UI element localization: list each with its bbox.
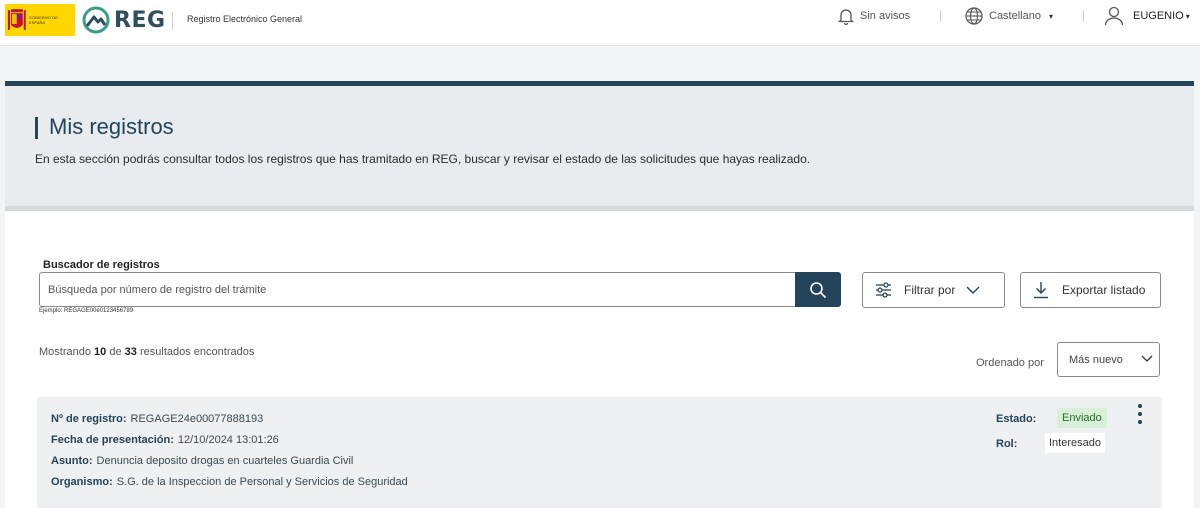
search-hint: Ejemplo: REGAGE00e0123456789 [39,308,134,314]
role-value: Interesado [1045,433,1105,453]
user-name: EUGENIO [1133,10,1184,22]
record-organism-label: Organismo: [51,476,113,488]
language-label: Castellano [989,10,1041,22]
user-icon [1104,6,1124,26]
record-number-value: REGAGE24e00077888193 [130,413,264,425]
record-subject-label: Asunto: [51,455,93,467]
results-prefix: Mostrando [39,346,91,358]
page-title: Mis registros [49,114,174,139]
language-selector[interactable]: Castellano ▾ [965,7,1053,25]
record-number-label: Nº de registro: [51,413,127,425]
top-header: GOBIERNO DE ESPAÑA REG Registro Electrón… [0,0,1200,46]
gobierno-de-espana-logo[interactable]: GOBIERNO DE ESPAÑA [5,4,75,36]
bell-icon [838,9,854,25]
title-accent [35,117,38,139]
record-subject: Asunto: Denuncia deposito drogas en cuart… [51,455,353,467]
header-separator [940,10,941,22]
role-label: Rol: [996,438,1018,450]
reg-mountain-icon [82,6,110,34]
search-button[interactable] [795,272,841,307]
record-date: Fecha de presentación: 12/10/2024 13:01:2… [51,434,279,446]
search-input[interactable] [40,273,796,306]
kebab-dot [1138,404,1142,408]
record-number: Nº de registro: REGAGE24e00077888193 [51,413,263,425]
filter-label: Filtrar por [904,283,956,297]
kebab-dot [1138,412,1142,416]
kebab-menu-icon[interactable] [1134,404,1146,424]
filter-button[interactable]: Filtrar por [862,272,1005,308]
notifications-label: Sin avisos [860,10,911,22]
results-middle: de [109,346,122,358]
record-card[interactable]: Nº de registro: REGAGE24e00077888193 Fech… [37,397,1162,508]
sort-select[interactable]: Más nuevo [1057,342,1160,377]
chevron-down-icon: ▾ [1048,11,1053,21]
kebab-dot [1138,420,1142,424]
results-suffix: resultados encontrados [139,346,255,358]
notifications-button[interactable]: Sin avisos [838,7,910,25]
download-icon [1034,282,1048,299]
search-field[interactable] [39,272,796,307]
export-button[interactable]: Exportar listado [1020,272,1161,308]
record-subject-value: Denuncia deposito drogas en cuarteles Gu… [96,455,354,467]
chevron-down-icon [966,286,980,294]
status-badge: Enviado [1057,408,1107,428]
gov-logo-text: GOBIERNO DE ESPAÑA [28,15,59,25]
status-label: Estado: [996,413,1037,425]
chevron-down-icon: ▾ [1185,11,1190,21]
search-label: Buscador de registros [43,259,160,271]
record-organism: Organismo: S.G. de la Inspeccion de Perso… [51,476,408,488]
export-label: Exportar listado [1062,283,1146,297]
user-menu[interactable]: EUGENIO ▾ [1104,6,1190,26]
main-panel: Buscador de registros Ejemplo: REGAGE00e… [5,211,1194,508]
page-hero: Mis registros En esta sección podrás con… [5,86,1194,206]
sort-label: Ordenado por [976,357,1044,369]
results-summary: Mostrando 10 de 33 resultados encontrado… [39,346,254,358]
header-divider [172,12,173,30]
page-description: En esta sección podrás consultar todos l… [35,152,811,166]
reg-logo-text: REG [114,7,166,33]
results-total: 33 [124,346,137,358]
coat-of-arms-icon [8,9,26,30]
sliders-icon [876,282,891,298]
app-title: Registro Electrónico General [187,14,303,24]
sort-selected-value: Más nuevo [1069,353,1123,366]
results-shown: 10 [94,346,107,358]
record-date-label: Fecha de presentación: [51,434,174,446]
chevron-down-icon [1141,355,1153,362]
header-separator [1083,10,1084,22]
record-organism-value: S.G. de la Inspeccion de Personal y Serv… [116,476,408,488]
record-date-value: 12/10/2024 13:01:26 [177,434,279,446]
search-icon [810,281,826,298]
globe-icon [965,7,983,25]
reg-logo[interactable]: REG [82,6,166,34]
